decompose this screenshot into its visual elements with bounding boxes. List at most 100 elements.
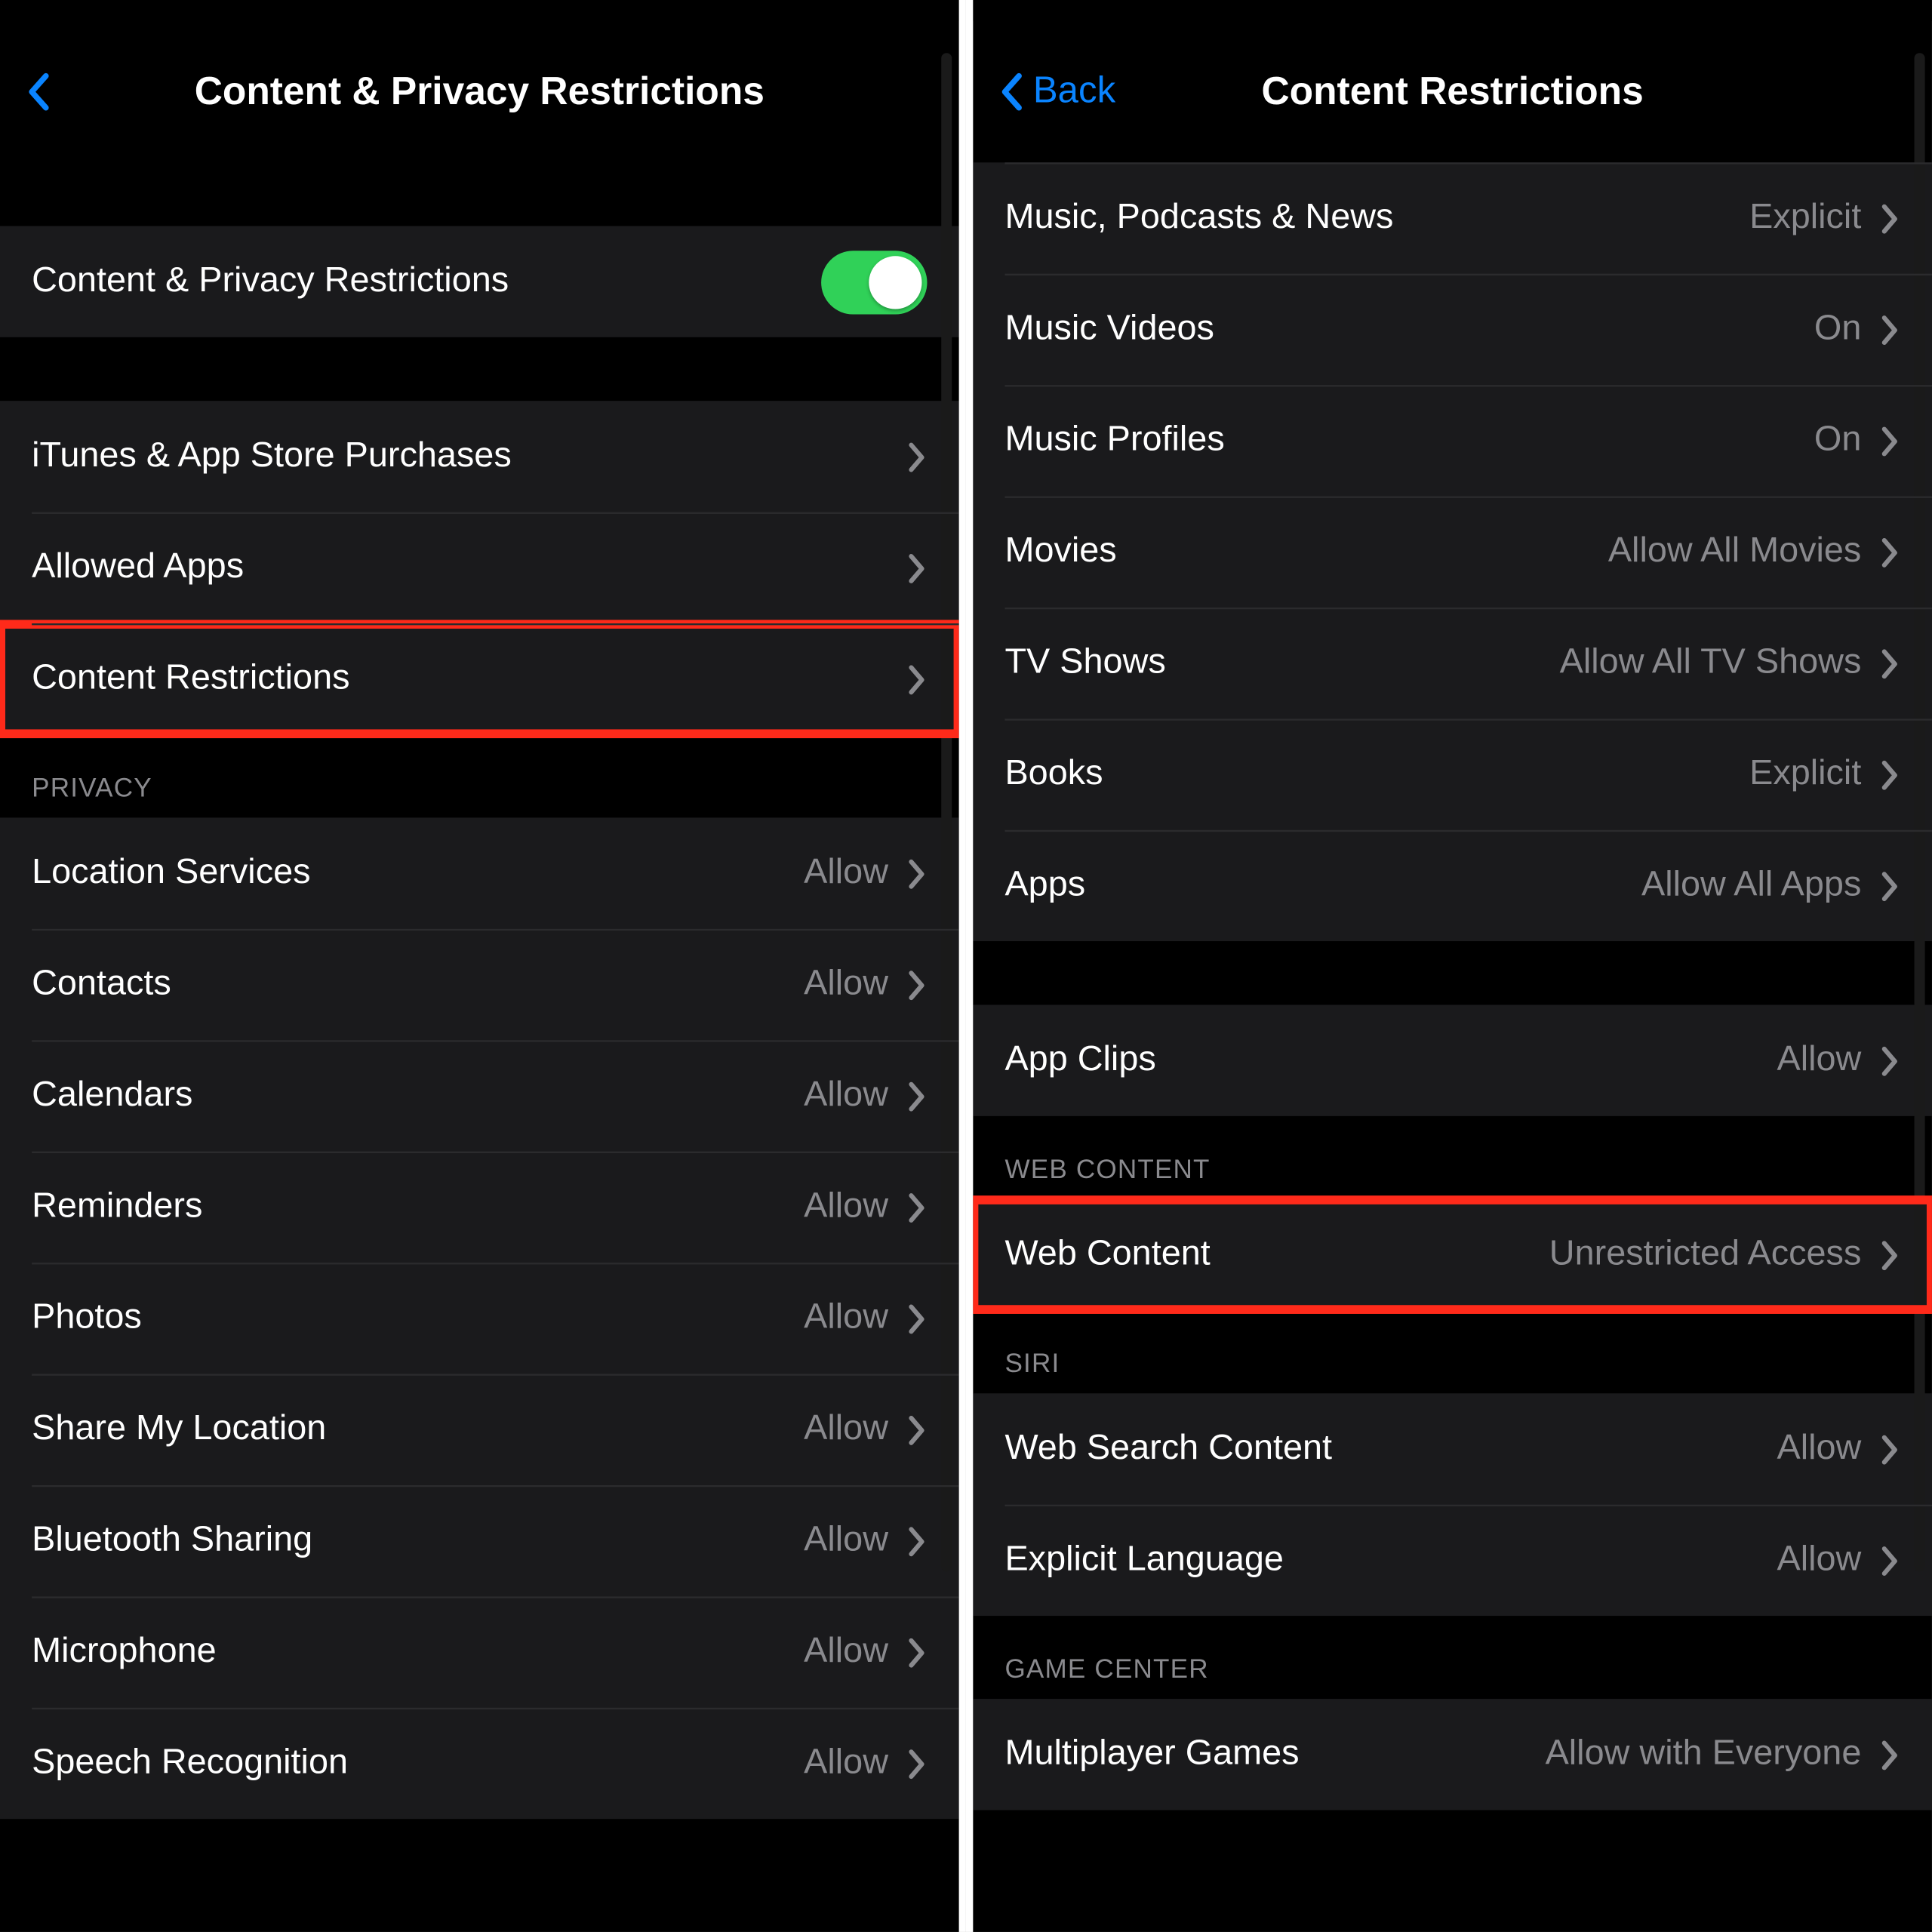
chevron-right-icon [906, 856, 927, 891]
row-label: Explicit Language [1004, 1540, 1777, 1580]
chevron-right-icon [906, 1523, 927, 1558]
chevron-right-icon [1879, 1737, 1900, 1772]
back-button[interactable]: Back [998, 71, 1115, 113]
row-label: Speech Recognition [32, 1743, 804, 1784]
chevron-left-icon [998, 71, 1026, 113]
row-music-videos[interactable]: Music Videos On [973, 274, 1932, 385]
content-group: Music, Podcasts & News Explicit Music Vi… [973, 162, 1932, 941]
row-explicit-language[interactable]: Explicit Language Allow [973, 1505, 1932, 1616]
row-value: On [1814, 420, 1861, 461]
row-label: Calendars [32, 1075, 804, 1116]
row-label: Books [1004, 754, 1749, 795]
chevron-right-icon [1879, 868, 1900, 903]
row-web-content[interactable]: Web Content Unrestricted Access [973, 1199, 1932, 1310]
row-label: Web Content [1004, 1235, 1549, 1275]
row-reminders[interactable]: Reminders Allow [0, 1152, 959, 1263]
row-label: Content Restrictions [32, 659, 906, 700]
row-app-clips[interactable]: App Clips Allow [973, 1004, 1932, 1115]
row-value: Allow All Movies [1608, 531, 1862, 572]
row-itunes-appstore[interactable]: iTunes & App Store Purchases [0, 401, 959, 512]
chevron-right-icon [1879, 201, 1900, 236]
siri-group: Web Search Content Allow Explicit Langua… [973, 1393, 1932, 1616]
row-allowed-apps[interactable]: Allowed Apps [0, 512, 959, 623]
row-value: Allow [804, 964, 888, 1005]
left-pane: Content & Privacy Restrictions Content &… [0, 0, 966, 1932]
row-music-profiles[interactable]: Music Profiles On [973, 385, 1932, 496]
row-movies[interactable]: Movies Allow All Movies [973, 497, 1932, 608]
web-content-group: Web Content Unrestricted Access [973, 1199, 1932, 1310]
status-bar [0, 0, 959, 21]
row-value: On [1814, 309, 1861, 350]
section-header-siri: SIRI [973, 1310, 1932, 1393]
row-web-search-content[interactable]: Web Search Content Allow [973, 1393, 1932, 1504]
back-label: Back [1033, 71, 1115, 113]
chevron-right-icon [906, 1300, 927, 1336]
chevron-right-icon [906, 438, 927, 474]
row-value: Allow [804, 1409, 888, 1450]
nav-group: iTunes & App Store Purchases Allowed App… [0, 401, 959, 734]
chevron-right-icon [1879, 1043, 1900, 1078]
row-share-my-location[interactable]: Share My Location Allow [0, 1374, 959, 1485]
row-value: Unrestricted Access [1549, 1235, 1862, 1275]
chevron-right-icon [906, 1412, 927, 1447]
nav-header: Content & Privacy Restrictions [0, 21, 959, 162]
chevron-right-icon [1879, 312, 1900, 347]
chevron-right-icon [1879, 1237, 1900, 1272]
privacy-group: Location Services Allow Contacts Allow C… [0, 817, 959, 1819]
row-label: Reminders [32, 1186, 804, 1227]
row-photos[interactable]: Photos Allow [0, 1263, 959, 1374]
row-label: Movies [1004, 531, 1607, 572]
page-title: Content Restrictions [1261, 69, 1643, 115]
row-value: Allow [804, 1298, 888, 1339]
row-value: Allow [804, 1075, 888, 1116]
toggle-switch[interactable] [821, 250, 927, 313]
row-value: Allow [1777, 1540, 1862, 1580]
row-contacts[interactable]: Contacts Allow [0, 929, 959, 1040]
chevron-right-icon [1879, 423, 1900, 458]
row-label: Web Search Content [1004, 1429, 1777, 1469]
game-center-group: Multiplayer Games Allow with Everyone [973, 1699, 1932, 1810]
right-pane: Back Content Restrictions Music, Podcast… [966, 0, 1932, 1932]
toggle-label: Content & Privacy Restrictions [32, 261, 821, 302]
content-privacy-toggle-row[interactable]: Content & Privacy Restrictions [0, 226, 959, 337]
chevron-right-icon [906, 1189, 927, 1225]
row-value: Allow [1777, 1429, 1862, 1469]
chevron-right-icon [906, 1078, 927, 1114]
row-value: Allow [804, 1186, 888, 1227]
row-value: Allow with Everyone [1546, 1734, 1862, 1775]
nav-header: Back Content Restrictions [973, 21, 1932, 162]
row-label: App Clips [1004, 1040, 1777, 1081]
row-microphone[interactable]: Microphone Allow [0, 1596, 959, 1707]
row-apps[interactable]: Apps Allow All Apps [973, 830, 1932, 941]
chevron-right-icon [906, 1746, 927, 1781]
row-speech-recognition[interactable]: Speech Recognition Allow [0, 1708, 959, 1819]
back-button[interactable] [25, 71, 53, 113]
row-location-services[interactable]: Location Services Allow [0, 817, 959, 928]
toggle-group: Content & Privacy Restrictions [0, 226, 959, 337]
row-label: Allowed Apps [32, 547, 906, 588]
chevron-left-icon [25, 71, 53, 113]
row-label: iTunes & App Store Purchases [32, 436, 906, 477]
appclips-group: App Clips Allow [973, 1004, 1932, 1115]
section-header-web-content: WEB CONTENT [973, 1116, 1932, 1199]
chevron-right-icon [1879, 757, 1900, 792]
row-tv-shows[interactable]: TV Shows Allow All TV Shows [973, 608, 1932, 718]
row-multiplayer-games[interactable]: Multiplayer Games Allow with Everyone [973, 1699, 1932, 1810]
row-music-podcasts-news[interactable]: Music, Podcasts & News Explicit [973, 162, 1932, 273]
toggle-knob [869, 255, 921, 308]
chevron-right-icon [906, 967, 927, 1002]
row-label: Music Profiles [1004, 420, 1814, 461]
row-value: Explicit [1749, 754, 1861, 795]
row-label: Multiplayer Games [1004, 1734, 1545, 1775]
row-value: Explicit [1749, 198, 1861, 238]
row-content-restrictions[interactable]: Content Restrictions [0, 623, 959, 734]
row-books[interactable]: Books Explicit [973, 718, 1932, 829]
row-value: Allow [804, 853, 888, 894]
row-value: Allow [804, 1632, 888, 1672]
row-calendars[interactable]: Calendars Allow [0, 1040, 959, 1151]
row-value: Allow [1777, 1040, 1862, 1081]
row-bluetooth-sharing[interactable]: Bluetooth Sharing Allow [0, 1485, 959, 1596]
row-label: TV Shows [1004, 643, 1559, 684]
section-header-privacy: PRIVACY [0, 734, 959, 817]
row-label: Contacts [32, 964, 804, 1005]
